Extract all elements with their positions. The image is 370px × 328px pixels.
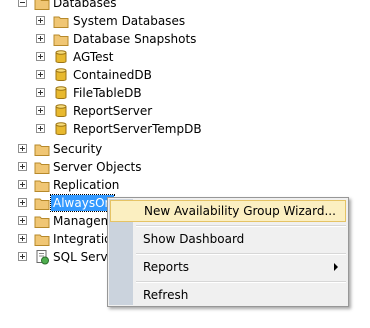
expand-icon[interactable] (18, 144, 27, 153)
tree-label: Security (53, 142, 103, 156)
menu-item-new-availability-group-wizard[interactable]: New Availability Group Wizard... (110, 200, 346, 222)
database-icon (55, 68, 67, 82)
tree-label: System Databases (73, 14, 186, 28)
expand-icon[interactable] (36, 34, 45, 43)
database-icon (55, 86, 67, 100)
tree-node-database-snapshots[interactable]: Database Snapshots (0, 30, 370, 48)
tree-label: Databases (53, 0, 117, 10)
expand-icon[interactable] (36, 124, 45, 133)
tree-label: ReportServer (73, 104, 153, 118)
folder-icon (53, 16, 69, 28)
tree-node-reportservertempdb[interactable]: ReportServerTempDB (0, 120, 370, 138)
tree-node-replication[interactable]: Replication (0, 176, 370, 194)
menu-separator (136, 281, 346, 283)
tree-label: ReportServerTempDB (73, 122, 202, 136)
database-icon (55, 104, 67, 118)
folder-icon (34, 216, 50, 228)
menu-separator (136, 225, 346, 227)
tree-label: Integratio (53, 232, 112, 246)
expand-icon[interactable] (36, 88, 45, 97)
tree-node-agtest[interactable]: AGTest (0, 48, 370, 66)
tree-node-security[interactable]: Security (0, 140, 370, 158)
expand-icon[interactable] (36, 16, 45, 25)
collapse-icon[interactable] (18, 0, 27, 7)
tree-label: Server Objects (53, 160, 142, 174)
context-menu: New Availability Group Wizard... Show Da… (107, 197, 349, 307)
expand-icon[interactable] (18, 162, 27, 171)
database-icon (55, 122, 67, 136)
expand-icon[interactable] (36, 106, 45, 115)
folder-icon (34, 198, 50, 210)
expand-icon[interactable] (18, 216, 27, 225)
tree-label: Database Snapshots (73, 32, 197, 46)
sql-agent-icon (36, 250, 49, 265)
tree-label: AGTest (73, 50, 114, 64)
folder-icon (34, 162, 50, 174)
tree-node-system-databases[interactable]: System Databases (0, 12, 370, 30)
folder-icon (34, 180, 50, 192)
tree-label: Replication (53, 178, 120, 192)
tree-label-selected: AlwaysOn (49, 194, 116, 212)
expand-icon[interactable] (36, 52, 45, 61)
expand-icon[interactable] (18, 234, 27, 243)
tree-node-filetabledb[interactable]: FileTableDB (0, 84, 370, 102)
menu-item-label: Show Dashboard (143, 232, 245, 246)
database-icon (55, 50, 67, 64)
expand-icon[interactable] (18, 252, 27, 261)
menu-item-label: Reports (143, 260, 190, 274)
tree-node-databases[interactable]: Databases (0, 0, 370, 12)
menu-item-label: Refresh (143, 288, 189, 302)
expand-icon[interactable] (36, 70, 45, 79)
tree-label: ContainedDB (73, 68, 152, 82)
folder-icon (53, 34, 69, 46)
folder-icon (34, 234, 50, 246)
tree-node-reportserver[interactable]: ReportServer (0, 102, 370, 120)
menu-item-refresh[interactable]: Refresh (110, 284, 346, 306)
folder-icon (34, 144, 50, 156)
submenu-arrow-icon (334, 263, 338, 271)
expand-icon[interactable] (18, 180, 27, 189)
folder-icon (34, 0, 50, 10)
tree-node-containeddb[interactable]: ContainedDB (0, 66, 370, 84)
menu-item-show-dashboard[interactable]: Show Dashboard (110, 228, 346, 250)
menu-item-label: New Availability Group Wizard... (144, 204, 336, 218)
tree-node-server-objects[interactable]: Server Objects (0, 158, 370, 176)
menu-item-reports[interactable]: Reports (110, 256, 346, 278)
tree-label: Managem (53, 214, 113, 228)
menu-separator (136, 253, 346, 255)
tree-label: FileTableDB (73, 86, 142, 100)
expand-icon[interactable] (18, 198, 27, 207)
